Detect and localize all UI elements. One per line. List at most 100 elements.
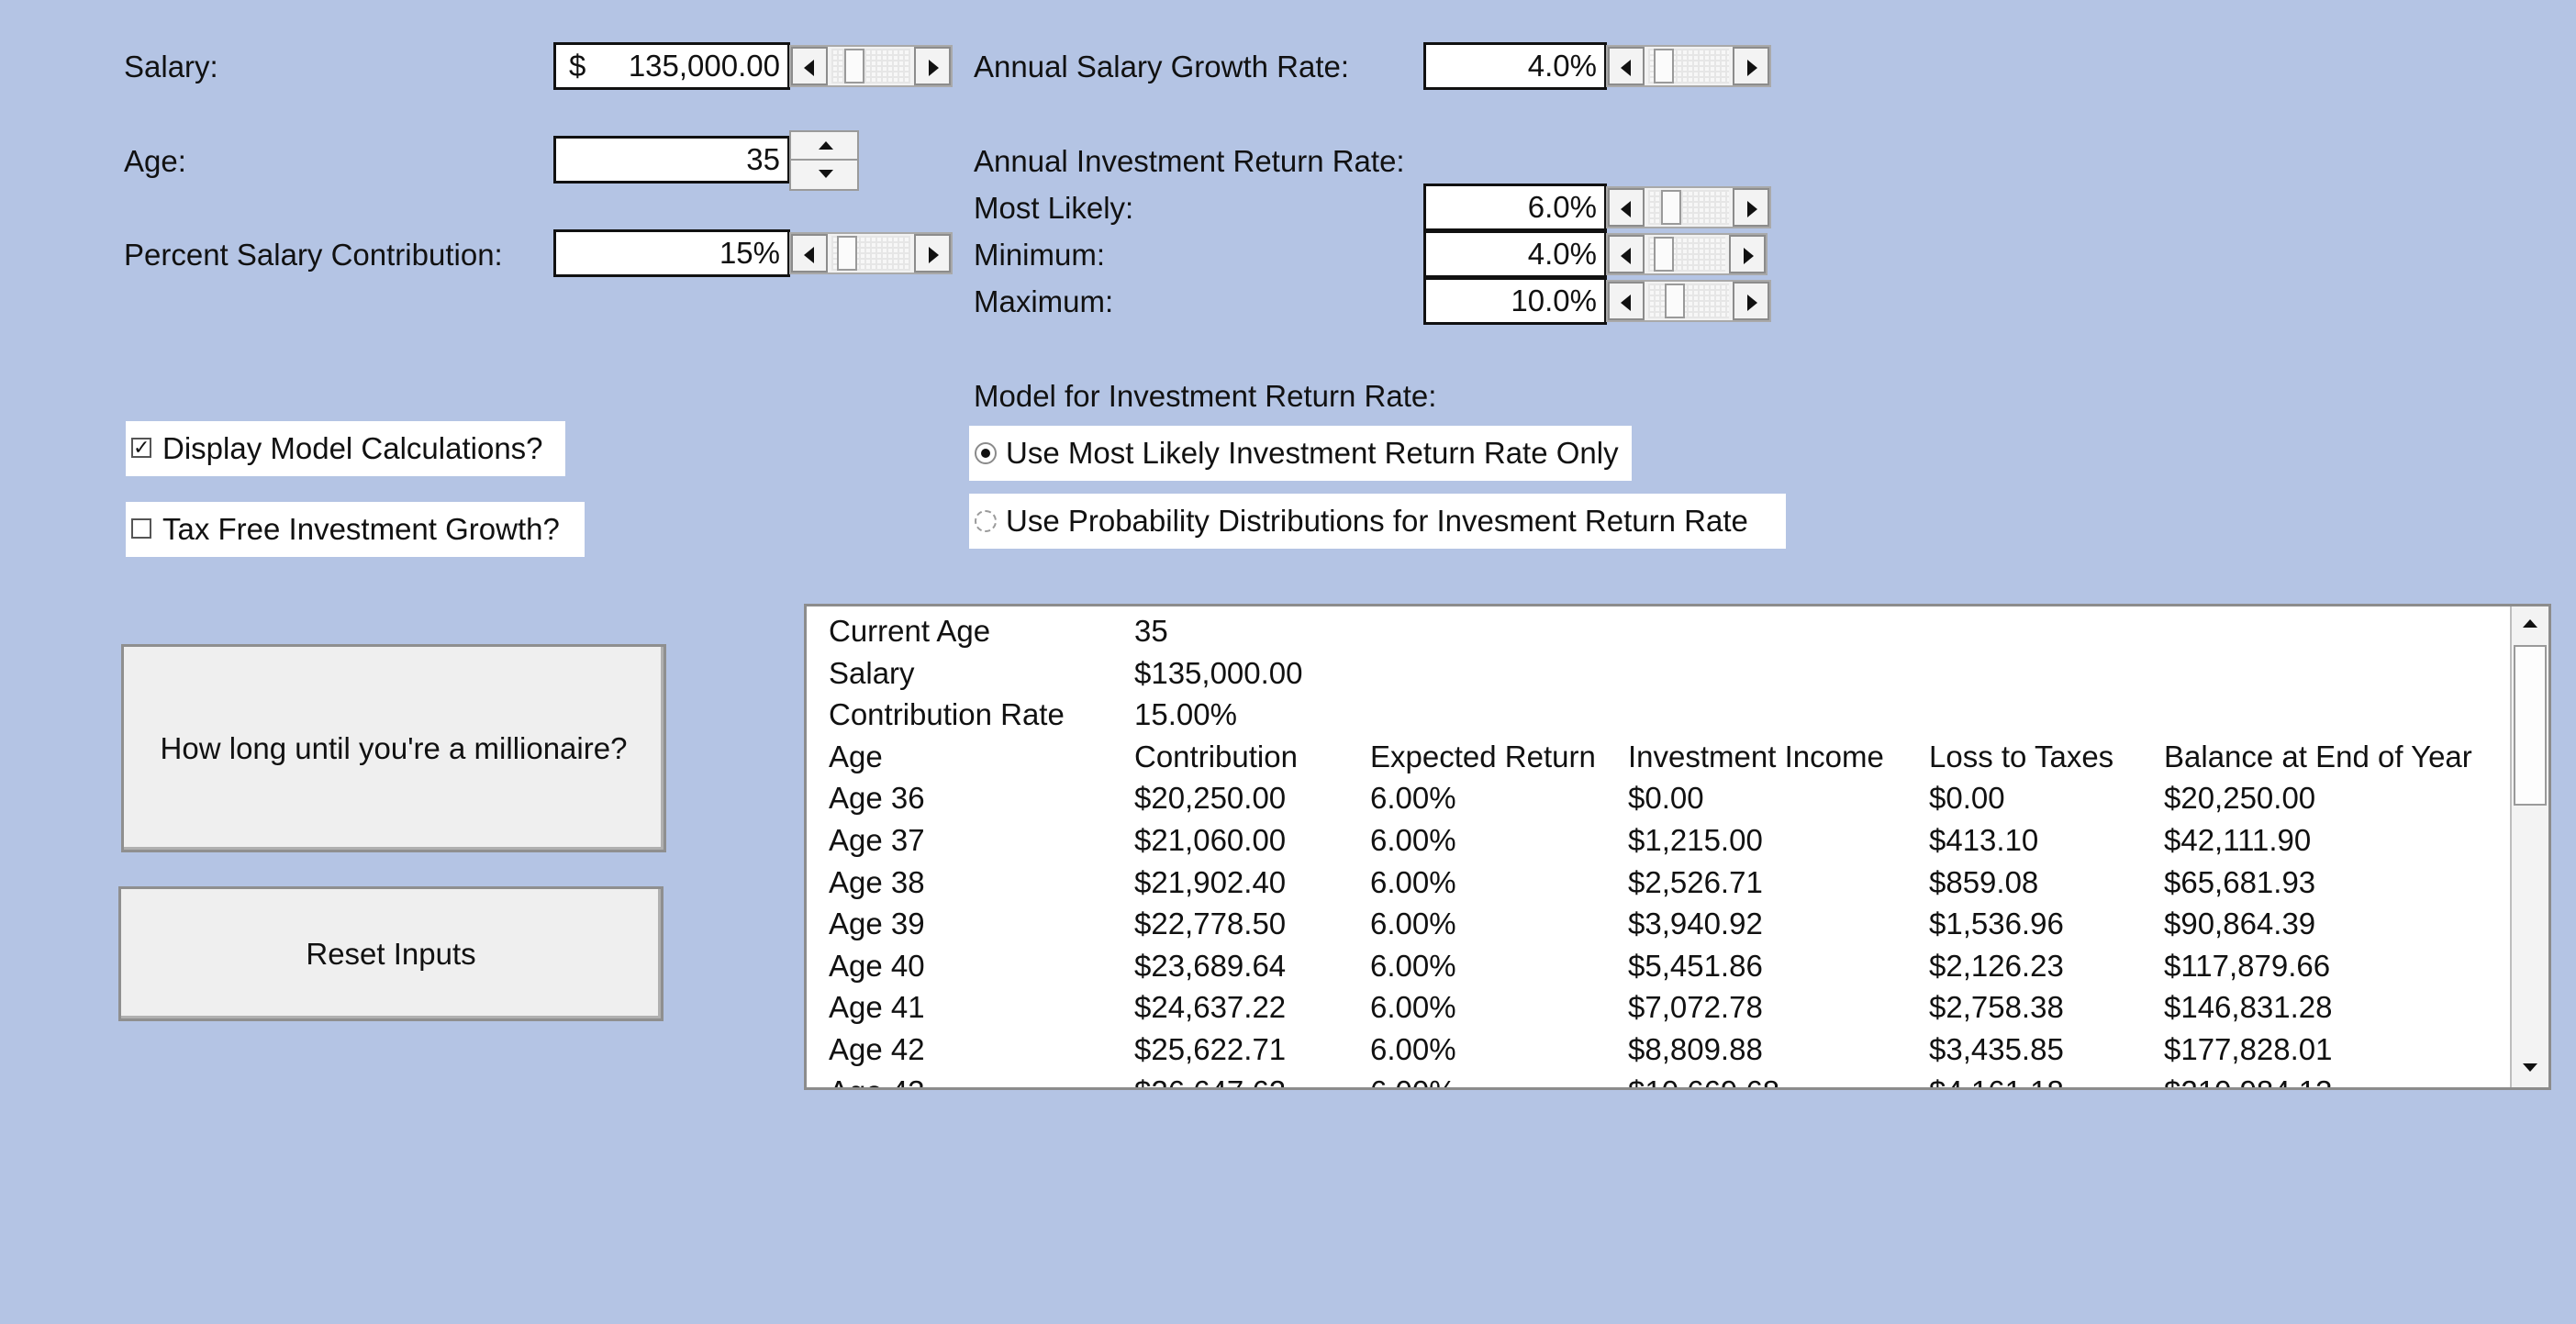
table-cell: 6.00% <box>1370 907 1456 941</box>
table-cell: $7,072.78 <box>1628 990 1763 1025</box>
minimum-scroll-left-button[interactable] <box>1608 235 1645 273</box>
most-likely-field[interactable]: 6.0% <box>1423 184 1607 231</box>
table-cell: $25,622.71 <box>1134 1031 1287 1066</box>
salary-scroll-track[interactable] <box>831 49 910 83</box>
table-row[interactable]: Age 42 $25,622.71 6.00% $8,809.88 $3,435.85 $… <box>829 1029 2503 1071</box>
arrow-left-icon <box>804 60 814 76</box>
minimum-scroll-right-button[interactable] <box>1729 235 1766 273</box>
minimum-scroll-thumb[interactable] <box>1654 237 1674 272</box>
column-header: Loss to Taxes <box>1929 739 2114 773</box>
maximum-scroll-thumb[interactable] <box>1665 284 1685 318</box>
arrow-down-icon <box>819 170 833 178</box>
results-scroll-up-button[interactable] <box>2512 606 2548 643</box>
most-likely-scroll-right-button[interactable] <box>1733 188 1769 227</box>
results-listbox[interactable]: Current Age 35 Salary $135,000.00 Contributi… <box>804 604 2551 1090</box>
salary-field[interactable]: $ 135,000.00 <box>553 42 790 90</box>
table-row[interactable]: Age 41 $24,637.22 6.00% $7,072.78 $2,758.38 $… <box>829 986 2503 1029</box>
minimum-field[interactable]: 4.0% <box>1423 230 1607 278</box>
model-heading: Model for Investment Return Rate: <box>974 379 1437 413</box>
minimum-scrollbar[interactable] <box>1606 233 1768 275</box>
salary-scroll-thumb[interactable] <box>844 49 864 83</box>
maximum-scroll-right-button[interactable] <box>1733 282 1769 320</box>
growth-rate-scroll-left-button[interactable] <box>1608 47 1645 85</box>
growth-rate-scrollbar[interactable] <box>1606 45 1771 87</box>
radio-selected-icon <box>975 442 997 464</box>
column-header: Expected Return <box>1370 739 1596 773</box>
age-spin-down-button[interactable] <box>791 161 857 189</box>
table-row[interactable]: Age 39 $22,778.50 6.00% $3,940.92 $1,536.96 $… <box>829 903 2503 945</box>
salary-scroll-right-button[interactable] <box>914 47 951 85</box>
table-cell: Age 38 <box>829 864 925 899</box>
growth-rate-label: Annual Salary Growth Rate: <box>974 50 1350 83</box>
contribution-scroll-left-button[interactable] <box>791 234 828 273</box>
most-likely-scroll-thumb[interactable] <box>1661 190 1681 225</box>
arrow-right-icon <box>1747 60 1757 76</box>
salary-scroll-left-button[interactable] <box>791 47 828 85</box>
display-calculations-checkbox[interactable]: ✓ Display Model Calculations? <box>126 421 565 476</box>
column-header: Investment Income <box>1628 739 1884 773</box>
table-cell: $0.00 <box>1929 781 2005 816</box>
column-header: Age <box>829 739 883 773</box>
tax-free-label: Tax Free Investment Growth? <box>162 512 560 546</box>
table-cell: $8,809.88 <box>1628 1031 1763 1066</box>
results-scroll-thumb[interactable] <box>2514 645 2547 806</box>
arrow-left-icon <box>1621 248 1631 264</box>
table-cell: 6.00% <box>1370 1031 1456 1066</box>
table-cell: $5,451.86 <box>1628 948 1763 983</box>
table-row[interactable]: Age 38 $21,902.40 6.00% $2,526.71 $859.08 $65… <box>829 862 2503 904</box>
column-header: Contribution <box>1134 739 1298 773</box>
age-label: Age: <box>124 144 186 178</box>
age-spinner[interactable] <box>789 130 859 191</box>
results-scroll-down-button[interactable] <box>2512 1051 2548 1087</box>
most-likely-scroll-left-button[interactable] <box>1608 188 1645 227</box>
arrow-left-icon <box>1621 201 1631 217</box>
table-cell: $859.08 <box>1929 864 2039 899</box>
table-row[interactable]: Age 36 $20,250.00 6.00% $0.00 $0.00 $20,250.0… <box>829 777 2503 819</box>
return-rate-heading: Annual Investment Return Rate: <box>974 144 1405 178</box>
age-spin-up-button[interactable] <box>791 132 857 161</box>
radio-most-likely[interactable]: Use Most Likely Investment Return Rate O… <box>969 426 1632 481</box>
table-cell: $117,879.66 <box>2164 948 2331 983</box>
most-likely-scrollbar[interactable] <box>1606 186 1771 228</box>
contribution-scrollbar[interactable] <box>789 232 953 274</box>
salary-label: Salary: <box>124 50 218 83</box>
contribution-scroll-right-button[interactable] <box>914 234 951 273</box>
table-cell: $2,758.38 <box>1929 990 2064 1025</box>
most-likely-value: 6.0% <box>1527 190 1597 224</box>
maximum-scroll-left-button[interactable] <box>1608 282 1645 320</box>
maximum-scroll-track[interactable] <box>1648 284 1729 318</box>
contribution-field[interactable]: 15% <box>553 229 790 277</box>
growth-rate-scroll-thumb[interactable] <box>1654 49 1674 83</box>
table-cell: $3,940.92 <box>1628 907 1763 941</box>
table-cell: $146,831.28 <box>2164 990 2333 1025</box>
summary-row[interactable]: Current Age 35 <box>829 610 2503 652</box>
growth-rate-field[interactable]: 4.0% <box>1423 42 1607 90</box>
maximum-scrollbar[interactable] <box>1606 280 1771 322</box>
table-cell: $20,250.00 <box>1134 781 1287 816</box>
salary-scrollbar[interactable] <box>789 45 953 87</box>
arrow-right-icon <box>929 247 939 263</box>
reset-inputs-button[interactable]: Reset Inputs <box>118 886 664 1021</box>
summary-row[interactable]: Contribution Rate 15.00% <box>829 694 2503 736</box>
radio-most-likely-label: Use Most Likely Investment Return Rate O… <box>1006 436 1619 470</box>
table-row[interactable]: Age 43 $26,647.62 6.00% $10,669.68 $4,161.18… <box>829 1071 2503 1087</box>
table-cell: $2,526.71 <box>1628 864 1763 899</box>
table-row[interactable]: Age 40 $23,689.64 6.00% $5,451.86 $2,126.23 $… <box>829 945 2503 987</box>
contribution-scroll-thumb[interactable] <box>837 236 857 271</box>
table-cell: $90,864.39 <box>2164 907 2316 941</box>
growth-rate-scroll-right-button[interactable] <box>1733 47 1769 85</box>
header-row[interactable]: Age Contribution Expected Return Investment… <box>829 736 2503 778</box>
summary-row[interactable]: Salary $135,000.00 <box>829 652 2503 695</box>
table-cell: 6.00% <box>1370 1071 1456 1087</box>
radio-probability[interactable]: Use Probability Distributions for Invesm… <box>969 494 1786 549</box>
column-header: Balance at End of Year <box>2164 739 2472 773</box>
results-vertical-scrollbar[interactable] <box>2510 606 2548 1087</box>
tax-free-checkbox[interactable]: Tax Free Investment Growth? <box>126 502 585 557</box>
age-field[interactable]: 35 <box>553 136 790 184</box>
table-cell: Age 40 <box>829 948 925 983</box>
table-cell: 6.00% <box>1370 822 1456 857</box>
maximum-field[interactable]: 10.0% <box>1423 277 1607 325</box>
table-row[interactable]: Age 37 $21,060.00 6.00% $1,215.00 $413.10 $42… <box>829 819 2503 862</box>
minimum-value: 4.0% <box>1527 237 1597 271</box>
millionaire-button[interactable]: How long until you're a millionaire? <box>121 644 666 852</box>
